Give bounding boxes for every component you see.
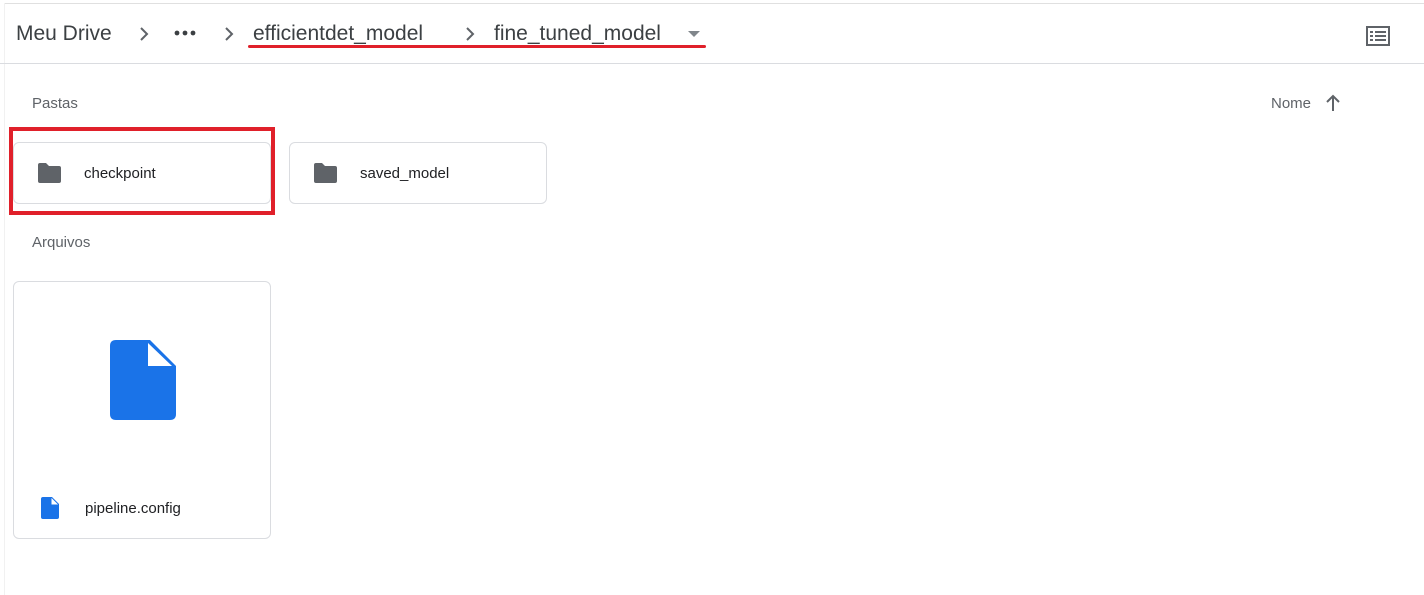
chevron-right-icon [225,27,234,41]
sort-control[interactable]: Nome [1271,92,1341,114]
breadcrumb-root[interactable]: Meu Drive [16,21,112,47]
folders-section-label: Pastas [32,95,78,112]
folder-card-saved-model[interactable]: saved_model [289,142,547,204]
folder-name: saved_model [360,164,450,182]
arrow-up-icon[interactable] [1325,94,1341,112]
file-icon [110,340,176,420]
folder-card-checkpoint[interactable]: checkpoint [13,142,271,204]
file-name: pipeline.config [85,499,181,517]
file-icon [41,497,59,519]
chevron-right-icon [140,27,149,41]
caret-down-icon[interactable] [688,31,700,37]
breadcrumb-item-efficientdet-model[interactable]: efficientdet_model [253,21,423,47]
breadcrumb-bar: Meu Drive efficientdet_model fine_tuned_… [0,4,1424,64]
folder-icon [38,163,61,183]
chevron-right-icon [466,27,475,41]
sort-label: Nome [1271,94,1312,112]
list-view-icon [1366,26,1390,46]
folder-name: checkpoint [84,164,156,182]
file-card-pipeline-config[interactable]: pipeline.config [13,281,271,539]
window-left-border [4,3,5,595]
more-horiz-icon[interactable] [172,23,198,43]
list-view-button[interactable] [1362,20,1394,52]
annotation-underline [248,45,706,48]
folder-icon [314,163,337,183]
files-section-label: Arquivos [32,234,91,251]
file-footer: pipeline.config [14,494,270,522]
breadcrumb-item-fine-tuned-model[interactable]: fine_tuned_model [494,21,661,47]
